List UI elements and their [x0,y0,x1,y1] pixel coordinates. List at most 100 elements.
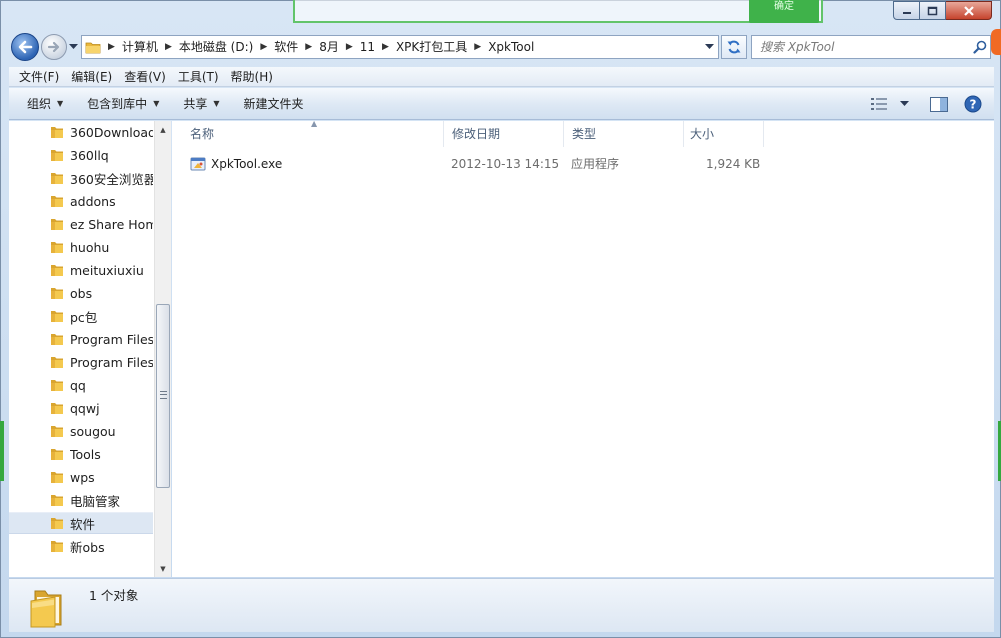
organize-label: 组织 [27,96,52,111]
search-icon[interactable] [970,40,990,54]
file-name: XpkTool.exe [211,157,283,171]
tree-item[interactable]: 电脑管家 [9,489,153,511]
breadcrumb-item[interactable]: 本地磁盘 (D:) [176,36,256,58]
folder-icon [51,472,63,483]
breadcrumb-separator[interactable]: ▶ [256,36,271,58]
share-button[interactable]: 共享 ▼ [171,89,231,119]
minimize-button[interactable] [893,1,920,20]
maximize-icon [927,6,938,15]
breadcrumb-separator[interactable]: ▶ [342,36,357,58]
caption-buttons [893,1,992,20]
tree-item-label: 电脑管家 [70,493,121,509]
new-folder-button[interactable]: 新建文件夹 [232,89,316,119]
folder-icon [51,127,63,138]
view-menu-button[interactable] [894,90,914,118]
tree-item[interactable]: qq [9,374,153,396]
file-row[interactable]: XpkTool.exe 2012-10-13 14:15 应用程序 1,924 … [172,153,994,175]
breadcrumb-item[interactable]: 8月 [316,36,342,58]
folder-icon [51,541,63,552]
grip-icon [160,391,167,399]
tree-item[interactable]: ez Share Home [9,213,153,235]
tree-item[interactable]: huohu [9,236,153,258]
folder-icon [51,150,63,161]
tree-item[interactable]: Tools [9,443,153,465]
tree-item-label: 360安全浏览器 [70,171,153,187]
column-header-modified[interactable]: 修改日期 [442,121,564,147]
tree-item[interactable]: meituxiuxiu [9,259,153,281]
menu-tools[interactable]: 工具(T) [172,67,225,87]
back-button[interactable] [11,33,39,61]
tree-item-label: wps [70,469,95,485]
include-in-library-button[interactable]: 包含到库中 ▼ [75,89,171,119]
scroll-up-button[interactable]: ▲ [155,121,171,138]
file-modified: 2012-10-13 14:15 [451,157,560,171]
search-input[interactable] [752,37,970,57]
tree-item-label: sougou [70,423,116,439]
scroll-down-button[interactable]: ▼ [155,560,171,577]
tree-item[interactable]: pc包 [9,305,153,327]
breadcrumb-separator[interactable]: ▶ [104,36,119,58]
tree-item[interactable]: 新obs [9,535,153,557]
scrollbar-thumb[interactable] [156,304,170,488]
tree-item-label: Tools [70,446,101,462]
preview-pane-button[interactable] [924,90,954,118]
breadcrumb-separator[interactable]: ▶ [161,36,176,58]
tree-item[interactable]: Program Files [9,351,153,373]
tree-item-label: pc包 [70,309,98,325]
svg-text:?: ? [970,98,977,112]
address-bar[interactable]: ▶ 计算机 ▶ 本地磁盘 (D:) ▶ 软件 ▶ 8月 ▶ 11 ▶ XPK打包… [81,35,719,59]
menu-view[interactable]: 查看(V) [118,67,172,87]
breadcrumb-item[interactable]: XpkTool [485,36,537,58]
tree-item-label: Program Files [70,331,153,347]
recent-pages-button[interactable] [67,41,79,53]
column-header-type[interactable]: 类型 [562,121,684,147]
chevron-down-icon [704,44,714,49]
tree-item[interactable]: sougou [9,420,153,442]
breadcrumb-item[interactable]: 11 [357,36,378,58]
refresh-button[interactable] [721,35,747,59]
background-confirm-button: 确定 [749,0,819,23]
view-options-button[interactable] [864,90,894,118]
file-list: ▲ 名称 修改日期 类型 大小 XpkTool.exe 2012-10-13 1… [172,119,994,577]
item-count: 1 个对象 [89,588,139,603]
command-bar-right: ? [864,88,994,120]
chevron-down-icon: ▼ [213,98,220,108]
close-button[interactable] [946,1,992,20]
breadcrumb-separator[interactable]: ▶ [470,36,485,58]
breadcrumb-separator[interactable]: ▶ [378,36,393,58]
folder-icon [51,518,63,529]
tree-item-label: Program Files [70,354,153,370]
menu-help[interactable]: 帮助(H) [225,67,279,87]
forward-button[interactable] [41,34,67,60]
share-label: 共享 [183,96,208,111]
folder-icon [30,590,62,628]
organize-button[interactable]: 组织 ▼ [15,89,75,119]
column-header-size[interactable]: 大小 [680,121,764,147]
file-type: 应用程序 [571,157,620,171]
tree-item-label: 360llq [70,147,109,163]
column-header-name[interactable]: 名称 [180,121,444,147]
address-history-button[interactable] [700,36,718,58]
tree-item-label: 新obs [70,539,105,555]
menu-edit[interactable]: 编辑(E) [65,67,118,87]
maximize-button[interactable] [920,1,946,20]
help-button[interactable]: ? [958,90,988,118]
tree-item[interactable]: qqwj [9,397,153,419]
tree-item[interactable]: 360Downloads [9,121,153,143]
breadcrumb-separator[interactable]: ▶ [301,36,316,58]
breadcrumb-item[interactable]: 软件 [271,36,301,58]
nav-pane-scrollbar[interactable]: ▲ ▼ [154,121,171,577]
tree-item[interactable]: 360安全浏览器 [9,167,153,189]
tree-item[interactable]: 软件 [9,512,153,534]
tree-item[interactable]: obs [9,282,153,304]
tree-item[interactable]: 360llq [9,144,153,166]
breadcrumb-item[interactable]: XPK打包工具 [393,36,470,58]
tree-item[interactable]: addons [9,190,153,212]
application-icon [190,157,206,171]
folder-icon [51,288,63,299]
folder-icon [51,219,63,230]
tree-item[interactable]: Program Files [9,328,153,350]
menu-file[interactable]: 文件(F) [13,67,65,87]
breadcrumb-item[interactable]: 计算机 [119,36,161,58]
tree-item[interactable]: wps [9,466,153,488]
